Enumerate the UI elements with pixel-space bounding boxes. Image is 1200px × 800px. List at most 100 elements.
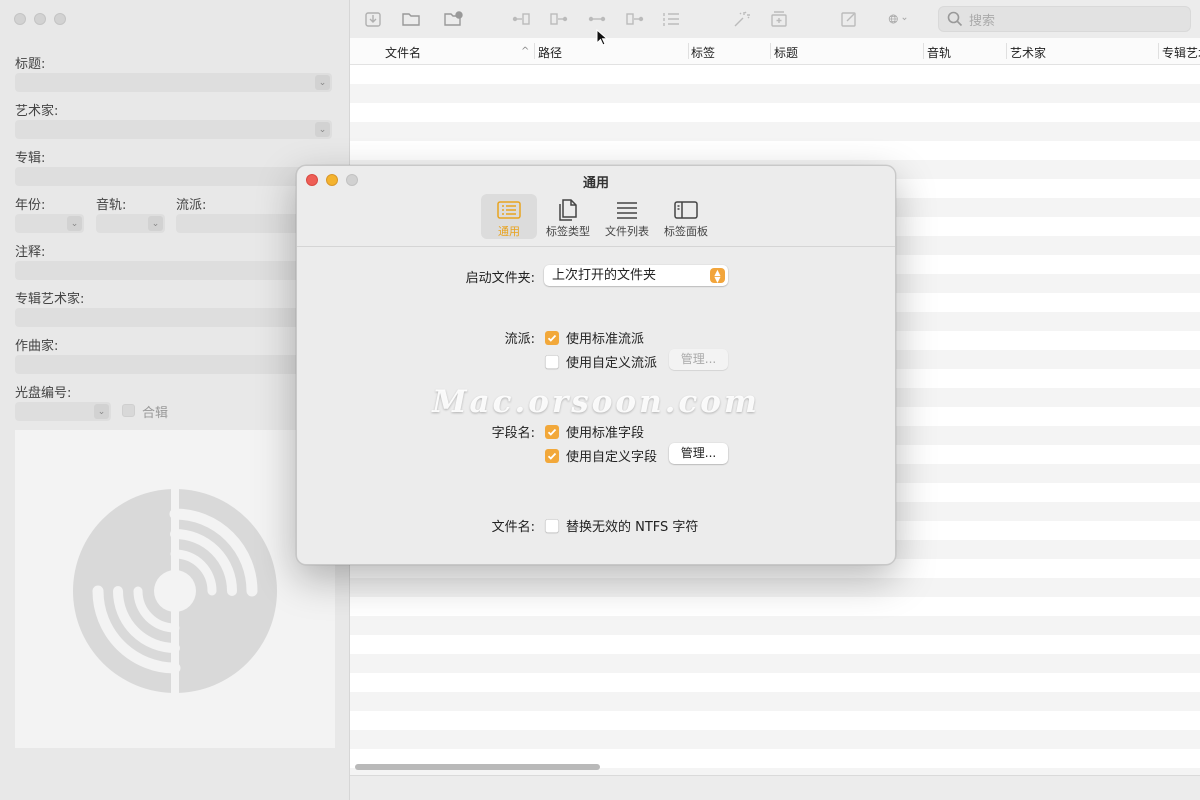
composer-label: 作曲家: [15,339,59,354]
column-artist[interactable]: 艺术家 [1010,44,1046,61]
custom-fields-option[interactable]: 使用自定义字段 [545,446,657,465]
list-panel-icon [497,201,521,219]
checkmark-icon [547,428,557,436]
manage-genres-button[interactable]: 管理... [669,349,728,370]
column-divider[interactable] [923,43,924,59]
disc-number-field[interactable]: ⌄ [15,402,111,421]
zoom-button[interactable] [54,13,66,25]
startup-folder-value: 上次打开的文件夹 [552,268,657,283]
chevron-down-icon[interactable]: ⌄ [315,122,330,137]
disc-placeholder-icon [73,489,277,693]
column-divider[interactable] [1158,43,1159,59]
manage-fields-button[interactable]: 管理... [669,443,728,464]
year-field[interactable]: ⌄ [15,214,84,233]
album-artist-field[interactable] [15,308,332,327]
standard-fields-checkbox[interactable] [545,424,559,439]
filename-setting-label: 文件名: [491,520,535,535]
tab-general[interactable]: 通用 [481,194,537,239]
numbering-icon[interactable] [660,9,682,29]
album-artwork[interactable] [15,430,335,748]
chevron-down-icon[interactable]: ⌄ [67,216,82,231]
file-list-header: 文件名 ^ 路径 标签 标题 音轨 艺术家 专辑艺术 [350,38,1200,65]
standard-genre-option[interactable]: 使用标准流派 [545,328,644,347]
custom-genre-label: 使用自定义流派 [566,356,658,371]
import-icon[interactable] [362,9,384,29]
column-title[interactable]: 标题 [774,44,798,61]
compilation-label: 合辑 [142,406,169,421]
album-label: 专辑: [15,151,46,166]
artist-label: 艺术家: [15,104,59,119]
search-placeholder: 搜索 [969,13,996,29]
column-divider[interactable] [688,43,689,59]
folder-icon[interactable] [400,9,422,29]
standard-genre-checkbox[interactable] [545,330,559,345]
custom-genre-checkbox[interactable] [545,354,559,369]
sidebar-icon [674,201,698,219]
window-controls [14,13,66,25]
disc-number-label: 光盘编号: [15,386,72,401]
status-bar [350,775,1200,800]
horizontal-scrollbar[interactable] [355,764,600,770]
add-cover-icon[interactable] [768,9,790,29]
dialog-title: 通用 [582,176,609,191]
replace-ntfs-option[interactable]: 替换无效的 NTFS 字符 [545,516,698,535]
tag-to-filename-icon[interactable] [510,9,532,29]
text-to-tag-icon[interactable] [624,9,646,29]
globe-icon[interactable] [880,9,916,29]
column-filename[interactable]: 文件名 [385,44,421,61]
filename-to-tag-icon[interactable] [548,9,570,29]
album-artist-label: 专辑艺术家: [15,292,85,307]
tab-file-list[interactable]: 文件列表 [599,194,655,239]
close-button[interactable] [14,13,26,25]
custom-fields-checkbox[interactable] [545,448,559,463]
chevron-down-icon[interactable]: ⌄ [315,75,330,90]
album-field[interactable] [15,167,332,186]
standard-fields-option[interactable]: 使用标准字段 [545,422,644,441]
genre-setting-label: 流派: [504,332,535,347]
tab-general-label: 通用 [498,225,520,238]
tab-tag-types-label: 标签类型 [546,225,590,238]
search-field[interactable]: 搜索 [938,6,1191,32]
mouse-pointer-icon [596,29,608,46]
standard-genre-label: 使用标准流派 [566,332,645,347]
track-label: 音轨: [96,198,127,213]
startup-folder-label: 启动文件夹: [465,271,535,286]
custom-genre-option[interactable]: 使用自定义流派 [545,352,657,371]
column-divider[interactable] [770,43,771,59]
preferences-dialog: 通用 通用 标签类型 文件列表 标签面板 启动文件夹: 上次打开的文件夹 ▲ ▼… [296,165,896,565]
chevron-down-icon[interactable]: ⌄ [148,216,163,231]
tab-tag-types[interactable]: 标签类型 [540,194,596,239]
add-folder-icon[interactable] [442,9,464,29]
artist-field[interactable]: ⌄ [15,120,332,139]
column-divider[interactable] [1006,43,1007,59]
column-album-artist[interactable]: 专辑艺术 [1162,44,1200,61]
column-track[interactable]: 音轨 [927,44,951,61]
custom-fields-label: 使用自定义字段 [566,450,658,465]
tag-to-tag-icon[interactable] [586,9,608,29]
tab-tag-panel[interactable]: 标签面板 [658,194,714,239]
composer-field[interactable] [15,355,332,374]
sort-ascending-icon[interactable]: ^ [521,46,529,57]
checkmark-icon [547,334,557,342]
column-tag[interactable]: 标签 [691,44,715,61]
compilation-checkbox[interactable] [122,404,135,417]
title-field[interactable]: ⌄ [15,73,332,92]
minimize-button[interactable] [34,13,46,25]
tabs-divider [297,246,895,247]
genre-label: 流派: [176,198,207,213]
checkmark-icon [547,452,557,460]
track-field[interactable]: ⌄ [96,214,165,233]
comment-field[interactable] [15,261,332,280]
field-names-label: 字段名: [491,426,535,441]
replace-ntfs-checkbox[interactable] [545,518,559,533]
startup-folder-popup[interactable]: 上次打开的文件夹 ▲ ▼ [544,265,728,286]
up-down-chevron-icon: ▲ ▼ [710,268,725,284]
lines-icon [617,202,637,219]
edit-icon[interactable] [838,9,860,29]
column-path[interactable]: 路径 [538,44,562,61]
magic-wand-icon[interactable] [730,9,752,29]
watermark: Mac.orsoon.com [432,384,760,420]
comment-label: 注释: [15,245,46,260]
column-divider[interactable] [534,43,535,59]
chevron-down-icon[interactable]: ⌄ [94,404,109,419]
